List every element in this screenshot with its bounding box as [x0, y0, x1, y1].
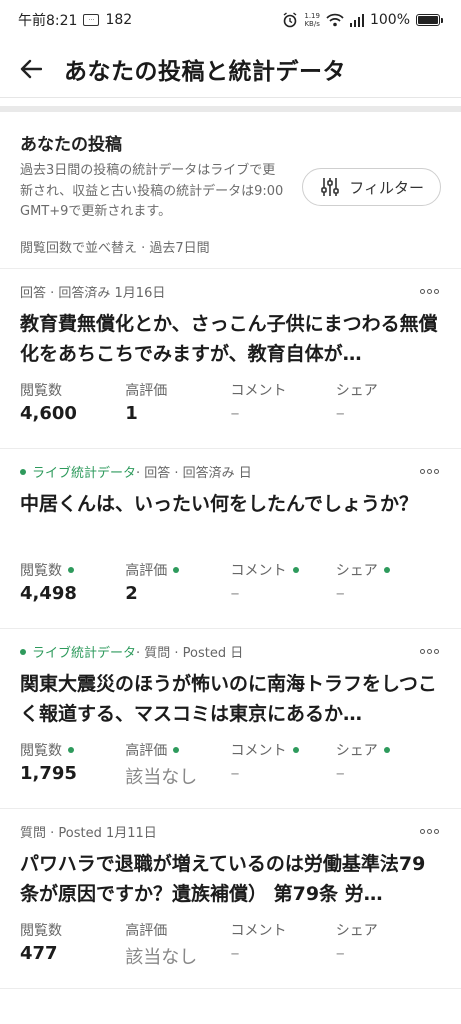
live-dot-icon: [173, 746, 180, 753]
upvotes-value: 1: [125, 402, 138, 424]
filter-button[interactable]: フィルター: [302, 168, 441, 206]
shares-value: –: [335, 402, 345, 424]
summary-description: 過去3日間の投稿の統計データはライブで更新され、収益と古い投稿の統計データは9:…: [20, 163, 284, 219]
views-label: 閲覧数: [20, 382, 62, 399]
summary-title: あなたの投稿: [20, 135, 122, 155]
live-stats-badge: ライブ統計データ: [20, 462, 136, 481]
status-bar: 午前8:21 ··· 182 1.19 KB/s 100%: [0, 0, 461, 40]
comments-label: コメント: [230, 742, 287, 759]
live-dot-icon: [20, 648, 26, 655]
live-stats-badge: ライブ統計データ: [20, 642, 136, 661]
comments-label: コメント: [230, 562, 287, 579]
upvotes-label: 高評価: [125, 562, 168, 579]
battery-icon: [416, 14, 443, 26]
post-card[interactable]: 質問 · Posted 1月11日 パワハラで退職が増えているのは労働基準法79…: [0, 809, 461, 989]
network-speed: 1.19 KB/s: [304, 12, 320, 28]
upvotes-label: 高評価: [125, 922, 168, 939]
comments-value: –: [230, 582, 240, 604]
wifi-icon: [326, 13, 344, 27]
upvotes-value: 該当なし: [125, 766, 198, 788]
live-dot-icon: [292, 566, 299, 573]
shares-label: シェア: [335, 742, 378, 759]
notification-count: 182: [105, 12, 133, 28]
shares-value: –: [335, 762, 345, 784]
shares-value: –: [335, 582, 345, 604]
shares-label: シェア: [335, 382, 378, 399]
alarm-icon: [283, 12, 297, 28]
shares-value: –: [335, 942, 345, 964]
shares-label: シェア: [335, 562, 378, 579]
message-icon: ···: [83, 14, 100, 26]
post-card[interactable]: ライブ統計データ · 回答 · 回答済み 日 中居くんは、いったい何をしたんでし…: [0, 449, 461, 629]
comments-value: –: [230, 942, 240, 964]
live-dot-icon: [383, 566, 390, 573]
page-title: あなたの投稿と統計データ: [64, 58, 346, 85]
live-dot-icon: [20, 468, 26, 475]
post-meta: 質問 · Posted 1月11日: [20, 826, 157, 841]
post-card[interactable]: ライブ統計データ · 質問 · Posted 日 関東大震災のほうが怖いのに南海…: [0, 629, 461, 809]
more-options-icon[interactable]: [418, 829, 441, 834]
views-label: 閲覧数: [20, 562, 62, 579]
live-dot-icon: [68, 746, 74, 753]
live-dot-icon: [68, 566, 74, 573]
upvotes-label: 高評価: [125, 742, 168, 759]
views-label: 閲覧数: [20, 742, 62, 759]
post-title[interactable]: 中居くんは、いったい何をしたんでしょうか？: [20, 489, 441, 549]
post-card[interactable]: 回答 · 回答済み 1月16日 教育費無償化とか、さっこん子供にまつわる無償化を…: [0, 269, 461, 449]
views-value: 4,600: [20, 402, 77, 424]
live-dot-icon: [383, 746, 390, 753]
sliders-icon: [321, 178, 340, 196]
more-options-icon[interactable]: [418, 469, 441, 474]
post-meta: · 質問 · Posted 日: [136, 646, 244, 661]
filter-label: フィルター: [349, 178, 424, 197]
summary-section: あなたの投稿 過去3日間の投稿の統計データはライブで更新され、収益と古い投稿の統…: [0, 112, 461, 269]
arrow-left-icon: [20, 59, 42, 78]
live-dot-icon: [173, 566, 180, 573]
more-options-icon[interactable]: [418, 289, 441, 294]
more-options-icon[interactable]: [418, 649, 441, 654]
back-button[interactable]: [14, 52, 48, 86]
clock: 午前8:21: [18, 13, 78, 29]
comments-value: –: [230, 762, 240, 784]
comments-value: –: [230, 402, 240, 424]
signal-icon: [349, 13, 364, 27]
post-meta: · 回答 · 回答済み 日: [136, 466, 252, 481]
app-bar: あなたの投稿と統計データ: [0, 40, 461, 98]
battery-percent: 100%: [369, 12, 410, 28]
upvotes-label: 高評価: [125, 382, 168, 399]
views-value: 477: [20, 942, 58, 964]
post-meta: 回答 · 回答済み 1月16日: [20, 286, 166, 301]
upvotes-value: 2: [125, 582, 138, 604]
shares-label: シェア: [335, 922, 378, 939]
comments-label: コメント: [230, 922, 287, 939]
views-value: 1,795: [20, 762, 77, 784]
post-list: 回答 · 回答済み 1月16日 教育費無償化とか、さっこん子供にまつわる無償化を…: [0, 269, 461, 989]
section-divider: [0, 98, 461, 112]
post-title[interactable]: パワハラで退職が増えているのは労働基準法79条が原因ですか？遺族補償） 第79条…: [20, 849, 441, 909]
views-value: 4,498: [20, 582, 77, 604]
post-title[interactable]: 関東大震災のほうが怖いのに南海トラフをしつこく報道する、マスコミは東京にあるか…: [20, 669, 441, 729]
views-label: 閲覧数: [20, 922, 62, 939]
post-title[interactable]: 教育費無償化とか、さっこん子供にまつわる無償化をあちこちでみますが、教育自体が…: [20, 309, 441, 369]
upvotes-value: 該当なし: [125, 946, 198, 968]
live-dot-icon: [292, 746, 299, 753]
sort-option[interactable]: 閲覧回数で並べ替え · 過去7日間: [20, 237, 441, 256]
comments-label: コメント: [230, 382, 287, 399]
